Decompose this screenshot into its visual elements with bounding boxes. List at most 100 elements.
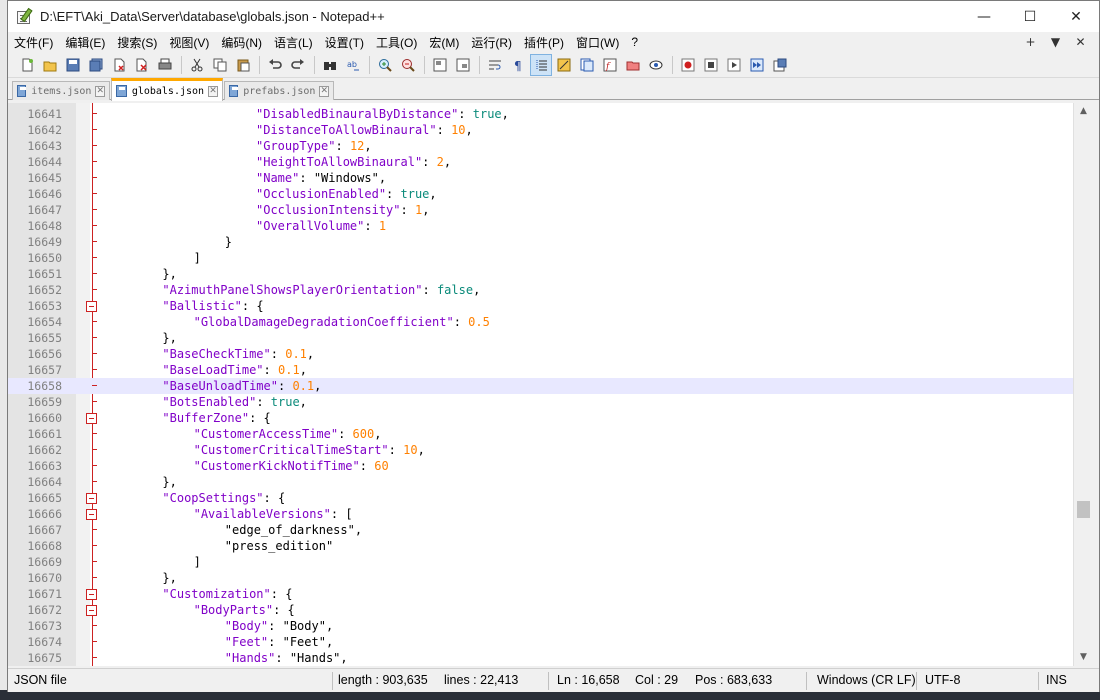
code-text[interactable]: "Body": "Body", (100, 618, 333, 634)
code-text[interactable]: "Ballistic": { (100, 298, 263, 314)
menu-run[interactable]: 运行(R) (465, 34, 518, 51)
code-text[interactable]: "CoopSettings": { (100, 490, 285, 506)
function-list-icon[interactable]: f (599, 54, 621, 76)
redo-icon[interactable] (287, 54, 309, 76)
fold-collapse-icon[interactable] (86, 509, 97, 520)
code-line[interactable]: 16670}, (8, 570, 1092, 586)
menu-tools[interactable]: 工具(O) (370, 34, 423, 51)
code-line[interactable]: 16664}, (8, 474, 1092, 490)
fold-collapse-icon[interactable] (86, 493, 97, 504)
close-tab-icon[interactable]: ✕ (208, 85, 218, 97)
code-line[interactable]: 16669] (8, 554, 1092, 570)
replace-icon[interactable]: ab (342, 54, 364, 76)
code-text[interactable]: "BaseLoadTime": 0.1, (100, 362, 307, 378)
close-all-icon[interactable] (131, 54, 153, 76)
tab-prefabs-json[interactable]: prefabs.json ✕ (224, 81, 334, 100)
code-line[interactable]: 16653 "Ballistic": { (8, 298, 1092, 314)
code-text[interactable]: "HeightToAllowBinaural": 2, (100, 154, 451, 170)
code-text[interactable]: }, (100, 474, 176, 490)
folder-workspace-icon[interactable] (622, 54, 644, 76)
code-text[interactable]: "BaseCheckTime": 0.1, (100, 346, 314, 362)
code-line[interactable]: 16659 "BotsEnabled": true, (8, 394, 1092, 410)
code-line[interactable]: 16663 "CustomerKickNotifTime": 60 (8, 458, 1092, 474)
zoom-out-icon[interactable] (397, 54, 419, 76)
zoom-in-icon[interactable] (374, 54, 396, 76)
code-text[interactable]: }, (100, 266, 176, 282)
code-line[interactable]: 16671 "Customization": { (8, 586, 1092, 602)
code-text[interactable]: "OcclusionIntensity": 1, (100, 202, 429, 218)
menu-macro[interactable]: 宏(M) (423, 34, 465, 51)
code-line[interactable]: 16662 "CustomerCriticalTimeStart": 10, (8, 442, 1092, 458)
doc-map-icon[interactable] (576, 54, 598, 76)
code-text[interactable]: "Feet": "Feet", (100, 634, 333, 650)
code-text[interactable]: "Customization": { (100, 586, 292, 602)
save-all-icon[interactable] (85, 54, 107, 76)
code-text[interactable]: "DistanceToAllowBinaural": 10, (100, 122, 473, 138)
scroll-down-icon[interactable]: ▼ (1074, 649, 1093, 666)
code-line[interactable]: 16646 "OcclusionEnabled": true, (8, 186, 1092, 202)
code-text[interactable]: "CustomerCriticalTimeStart": 10, (100, 442, 425, 458)
code-text[interactable]: }, (100, 330, 176, 346)
current-code-line[interactable]: 16658 "BaseUnloadTime": 0.1, (8, 378, 1092, 394)
scrollbar-thumb[interactable] (1077, 501, 1090, 518)
code-text[interactable]: "press_edition" (100, 538, 333, 554)
open-file-icon[interactable] (39, 54, 61, 76)
close-button[interactable]: ✕ (1053, 1, 1099, 32)
code-text[interactable]: "BaseUnloadTime": 0.1, (100, 378, 321, 394)
find-icon[interactable] (319, 54, 341, 76)
code-line[interactable]: 16654 "GlobalDamageDegradationCoefficient… (8, 314, 1092, 330)
code-line[interactable]: 16641 "DisabledBinauralByDistance": true, (8, 106, 1092, 122)
menu-file[interactable]: 文件(F) (8, 34, 59, 51)
scroll-up-icon[interactable]: ▲ (1074, 103, 1093, 120)
menu-edit[interactable]: 编辑(E) (59, 34, 111, 51)
menu-help[interactable]: ? (625, 35, 644, 49)
fold-collapse-icon[interactable] (86, 413, 97, 424)
code-line[interactable]: 16643 "GroupType": 12, (8, 138, 1092, 154)
close-tab-icon[interactable]: ✕ (95, 85, 105, 97)
code-text[interactable]: ] (100, 554, 201, 570)
code-text[interactable]: "DisabledBinauralByDistance": true, (100, 106, 509, 122)
code-line[interactable]: 16660 "BufferZone": { (8, 410, 1092, 426)
run-macro-multiple-icon[interactable] (746, 54, 768, 76)
maximize-button[interactable]: ☐ (1007, 1, 1053, 32)
code-line[interactable]: 16674 "Feet": "Feet", (8, 634, 1092, 650)
code-text[interactable]: } (100, 234, 232, 250)
show-all-chars-icon[interactable]: ¶ (507, 54, 529, 76)
sync-horizontal-icon[interactable] (452, 54, 474, 76)
code-text[interactable]: "BodyParts": { (100, 602, 295, 618)
menu-settings[interactable]: 设置(T) (319, 34, 370, 51)
code-line[interactable]: 16665 "CoopSettings": { (8, 490, 1092, 506)
monitor-icon[interactable] (645, 54, 667, 76)
save-macro-icon[interactable] (769, 54, 791, 76)
code-line[interactable]: 16655}, (8, 330, 1092, 346)
stop-macro-icon[interactable] (700, 54, 722, 76)
code-text[interactable]: "CustomerAccessTime": 600, (100, 426, 382, 442)
fold-collapse-icon[interactable] (86, 605, 97, 616)
menu-language[interactable]: 语言(L) (268, 34, 319, 51)
code-line[interactable]: 16650] (8, 250, 1092, 266)
code-text[interactable]: "OverallVolume": 1 (100, 218, 386, 234)
code-line[interactable]: 16672 "BodyParts": { (8, 602, 1092, 618)
code-line[interactable]: 16656 "BaseCheckTime": 0.1, (8, 346, 1092, 362)
code-line[interactable]: 16648 "OverallVolume": 1 (8, 218, 1092, 234)
code-line[interactable]: 16673 "Body": "Body", (8, 618, 1092, 634)
save-icon[interactable] (62, 54, 84, 76)
menu-encoding[interactable]: 编码(N) (215, 34, 268, 51)
new-tab-icon[interactable]: + (1018, 35, 1043, 49)
code-text[interactable]: "GlobalDamageDegradationCoefficient": 0.… (100, 314, 490, 330)
copy-icon[interactable] (209, 54, 231, 76)
code-text[interactable]: "AzimuthPanelShowsPlayerOrientation": fa… (100, 282, 480, 298)
new-file-icon[interactable] (16, 54, 38, 76)
sync-vertical-icon[interactable] (429, 54, 451, 76)
code-line[interactable]: 16667 "edge_of_darkness", (8, 522, 1092, 538)
code-text[interactable]: "Name": "Windows", (100, 170, 386, 186)
code-editor[interactable]: 16641 "DisabledBinauralByDistance": true,… (8, 103, 1092, 666)
record-macro-icon[interactable] (677, 54, 699, 76)
code-line[interactable]: 16647 "OcclusionIntensity": 1, (8, 202, 1092, 218)
code-line[interactable]: 16652 "AzimuthPanelShowsPlayerOrientation… (8, 282, 1092, 298)
indent-guide-icon[interactable] (530, 53, 552, 76)
code-text[interactable]: "Hands": "Hands", (100, 650, 348, 666)
fold-collapse-icon[interactable] (86, 589, 97, 600)
close-tab-icon[interactable]: ✕ (1068, 35, 1093, 49)
vertical-scrollbar[interactable]: ▲ ▼ (1073, 103, 1092, 666)
